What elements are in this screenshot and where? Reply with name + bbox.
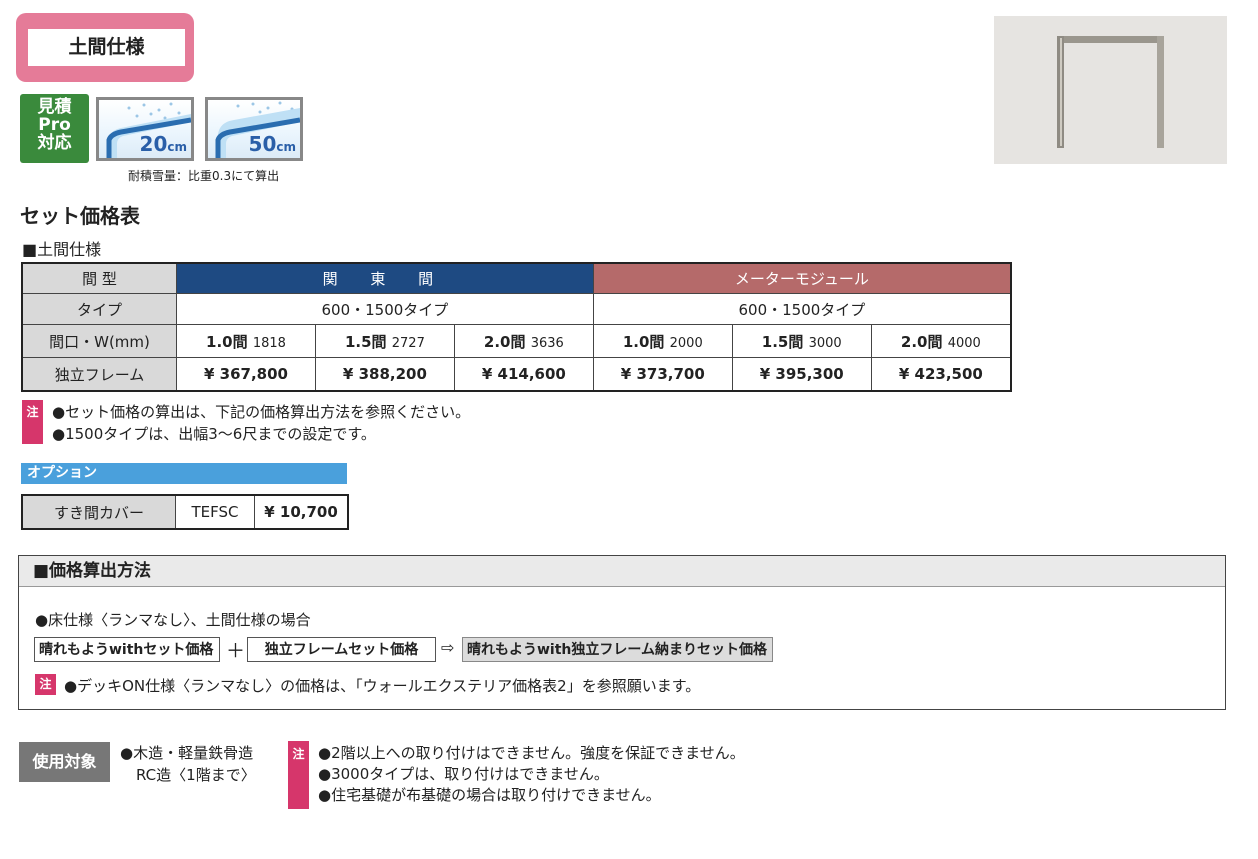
price-cell: ¥ 388,200 (314, 357, 455, 392)
snow-load-50-icon: 50cm (205, 97, 303, 161)
price-table: 間 型 関 東 間 メーターモジュール タイプ 600・1500タイプ 600・… (21, 262, 1012, 392)
size-cell: 1.5間 2727 (314, 324, 455, 358)
size-cell: 1.0間 1818 (176, 324, 316, 358)
label-type: タイプ (21, 293, 177, 325)
type-kanto: 600・1500タイプ (176, 293, 594, 325)
plus-sign: ＋ (226, 640, 246, 662)
label-width: 間口・W(mm) (21, 324, 177, 358)
type-meter: 600・1500タイプ (592, 293, 1012, 325)
price-cell: ¥ 423,500 (870, 357, 1012, 392)
note-badge: 注 (35, 674, 56, 695)
group-meter-module: メーターモジュール (592, 262, 1012, 294)
note-badge: 注 (288, 741, 309, 809)
section-subtitle: ■土間仕様 (22, 240, 102, 259)
mitsumori-pro-badge: 見積 Pro 対応 (20, 94, 89, 163)
option-name: すき間カバー (21, 494, 176, 530)
label-model: 間 型 (21, 262, 177, 294)
size-cell: 1.0間 2000 (592, 324, 733, 358)
price-notes: ●セット価格の算出は、下記の価格算出方法を参照ください。 ●1500タイプは、出… (52, 403, 471, 443)
snow-load-20-icon: 20cm (96, 97, 194, 161)
price-cell: ¥ 367,800 (176, 357, 316, 392)
label-frame: 独立フレーム (21, 357, 177, 392)
usage-target-label: 使用対象 (19, 742, 110, 782)
option-code: TEFSC (175, 494, 255, 530)
calc-method-case: ●床仕様〈ランマなし〉、土間仕様の場合 (35, 611, 311, 629)
page-title: セット価格表 (20, 204, 140, 228)
calc-box-set-price: 晴れもようwithセット価格 (34, 637, 220, 662)
size-cell: 1.5間 3000 (731, 324, 872, 358)
option-table: すき間カバー TEFSC ¥ 10,700 (21, 494, 349, 530)
usage-target-list: ●木造・軽量鉄骨造 RC造〈1階まで〉 (120, 744, 256, 784)
price-cell: ¥ 373,700 (592, 357, 733, 392)
page-tag: 土間仕様 (28, 29, 185, 66)
calc-box-frame-price: 独立フレームセット価格 (247, 637, 436, 662)
product-photo (994, 16, 1227, 164)
note-badge: 注 (22, 400, 43, 444)
calc-method-note: ●デッキON仕様〈ランマなし〉の価格は、「ウォールエクステリア価格表2」を参照願… (64, 677, 701, 695)
price-cell: ¥ 414,600 (453, 357, 594, 392)
option-heading: オプション (21, 463, 347, 484)
size-cell: 2.0間 4000 (870, 324, 1012, 358)
group-kanto: 関 東 間 (176, 262, 594, 294)
size-cell: 2.0間 3636 (453, 324, 594, 358)
arrow-right-icon: ⇨ (441, 638, 455, 657)
installation-notes: ●2階以上への取り付けはできません。強度を保証できません。 ●3000タイプは、… (318, 744, 745, 804)
option-price: ¥ 10,700 (254, 494, 349, 530)
calc-method-heading: ■価格算出方法 (19, 556, 1225, 587)
calc-box-result-price: 晴れもようwith独立フレーム納まりセット価格 (462, 637, 773, 662)
snow-load-note: 耐積雪量：比重0.3にて算出 (128, 169, 280, 183)
price-cell: ¥ 395,300 (731, 357, 872, 392)
